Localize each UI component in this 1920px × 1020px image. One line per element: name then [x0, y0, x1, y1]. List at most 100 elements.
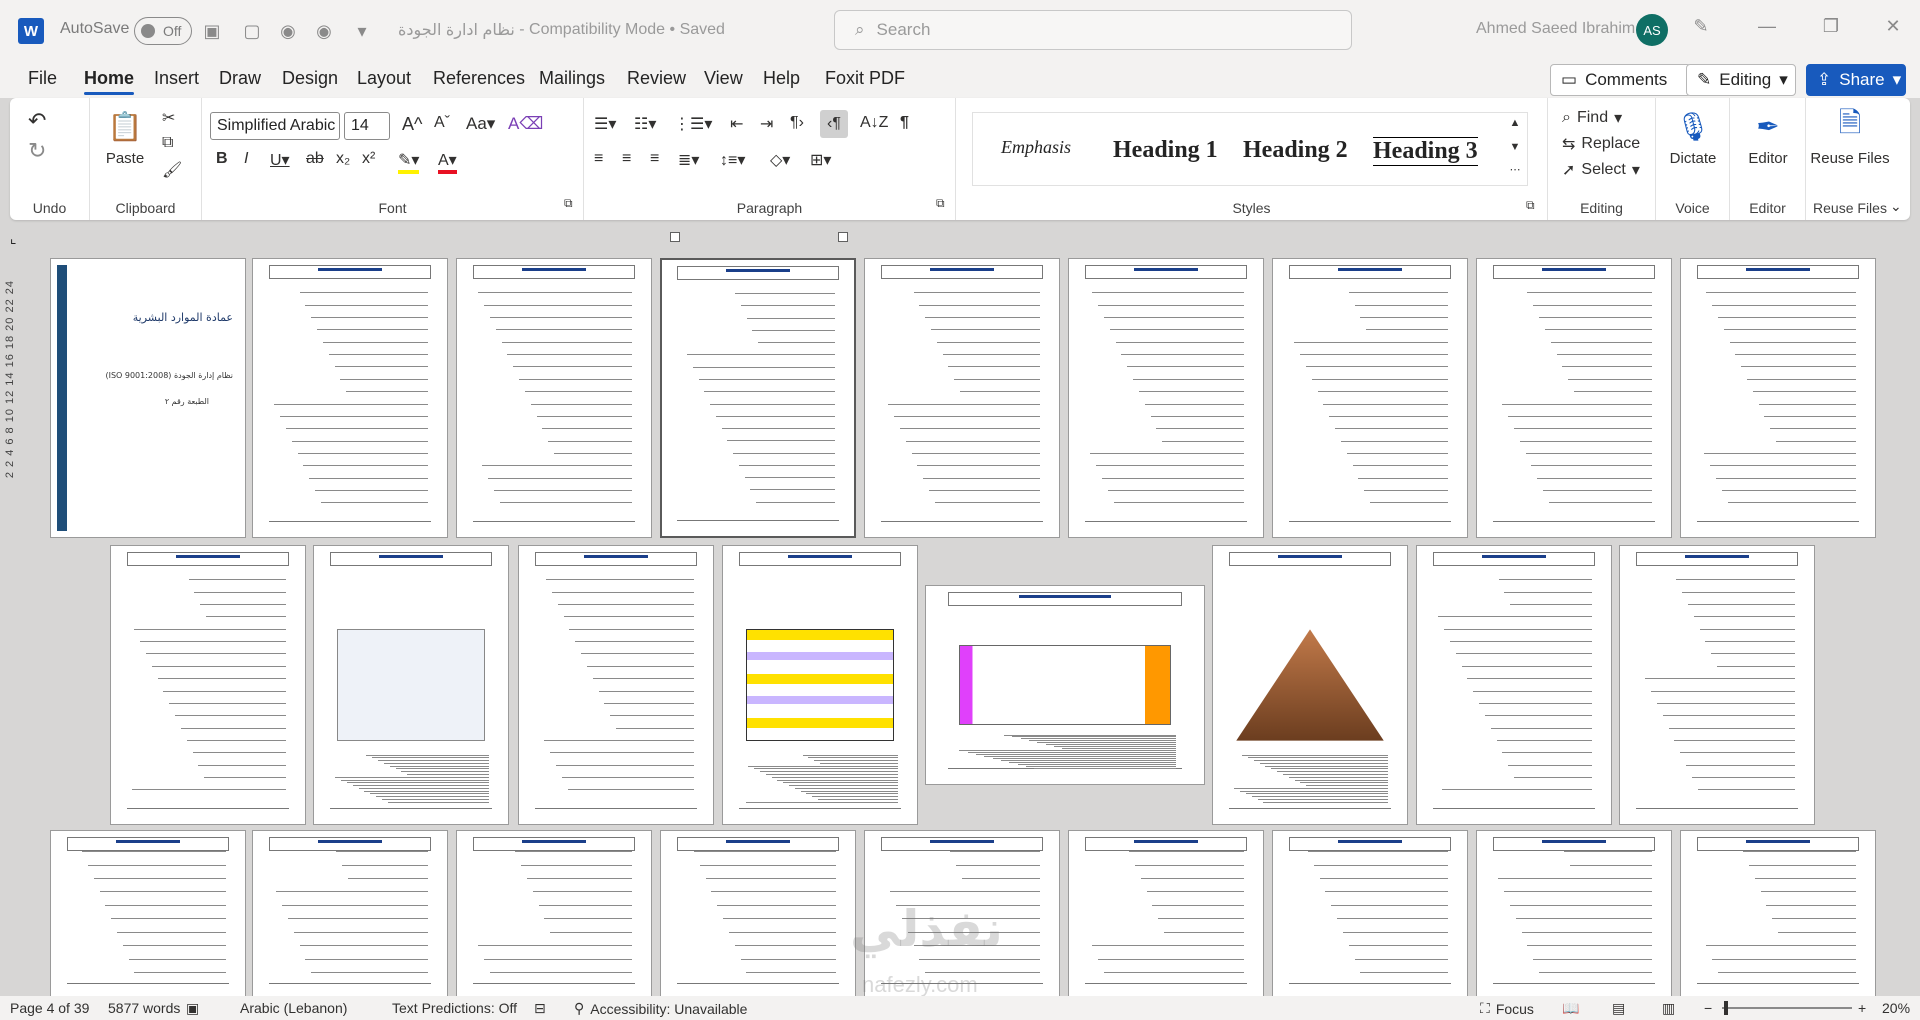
tab-review[interactable]: Review [627, 68, 686, 89]
styles-more-icon[interactable]: ⋯ [1505, 163, 1525, 176]
tab-selector-icon[interactable]: ⌞ [10, 230, 17, 247]
page-thumbnail[interactable] [518, 545, 714, 825]
zoom-slider[interactable] [1722, 1007, 1852, 1009]
pen-icon[interactable]: ✎ [1686, 16, 1716, 37]
font-name-combo[interactable]: Simplified Arabic [210, 112, 340, 140]
accessibility-status[interactable]: ⚲ Accessibility: Unavailable [574, 1000, 747, 1017]
underline-icon[interactable]: U▾ [270, 150, 290, 170]
highlight-icon[interactable]: ✎▾ [398, 150, 420, 174]
page-thumbnail[interactable] [456, 830, 652, 1000]
style-heading-3[interactable]: Heading 3 [1373, 137, 1478, 166]
page-thumbnail[interactable] [1619, 545, 1815, 825]
page-thumbnail[interactable] [660, 830, 856, 1000]
line-spacing-icon[interactable]: ↕≡▾ [720, 150, 745, 170]
autosave-toggle[interactable]: Off [134, 17, 192, 45]
page-thumbnail[interactable] [1476, 258, 1672, 538]
page-thumbnail[interactable] [252, 830, 448, 1000]
tab-help[interactable]: Help [763, 68, 800, 89]
page-thumbnail[interactable] [252, 258, 448, 538]
tab-mailings[interactable]: Mailings [539, 68, 605, 89]
page-thumbnail[interactable] [864, 258, 1060, 538]
editor-button[interactable]: ✒ Editor [1738, 106, 1798, 168]
bold-icon[interactable]: B [216, 150, 228, 168]
rtl-icon[interactable]: ‹¶ [820, 110, 848, 138]
align-left-icon[interactable]: ≡ [594, 150, 603, 168]
print-layout-icon[interactable]: ▤ [1612, 1000, 1625, 1017]
tab-design[interactable]: Design [282, 68, 338, 89]
page-thumbnail[interactable] [313, 545, 509, 825]
strikethrough-icon[interactable]: ab [306, 150, 324, 168]
new-doc-icon[interactable]: ▢ [240, 19, 264, 43]
show-marks-icon[interactable]: ¶ [900, 114, 909, 132]
page-thumbnail[interactable] [1068, 830, 1264, 1000]
page-thumbnail[interactable] [925, 585, 1205, 785]
style-emphasis[interactable]: Emphasis [1001, 137, 1071, 158]
sort-icon[interactable]: A↓Z [860, 114, 888, 132]
page-thumbnail[interactable] [1680, 258, 1876, 538]
save-icon[interactable]: ▣ [200, 19, 224, 43]
page-thumbnail[interactable] [1272, 258, 1468, 538]
tab-draw[interactable]: Draw [219, 68, 261, 89]
style-heading-2[interactable]: Heading 2 [1243, 137, 1348, 164]
tab-view[interactable]: View [704, 68, 743, 89]
borders-icon[interactable]: ⊞▾ [810, 150, 831, 170]
minimize-icon[interactable]: — [1752, 16, 1782, 37]
undo-icon[interactable]: ↶ [28, 108, 46, 134]
page-thumbnail[interactable] [722, 545, 918, 825]
language-indicator[interactable]: Arabic (Lebanon) [240, 1000, 347, 1016]
cut-icon[interactable]: ✂ [162, 108, 175, 128]
reuse-files-button[interactable]: 🗎 Reuse Files [1810, 106, 1890, 167]
close-icon[interactable]: ✕ [1878, 16, 1908, 37]
right-indent-marker[interactable] [838, 232, 848, 242]
align-center-icon[interactable]: ≡ [622, 150, 631, 168]
decrease-indent-icon[interactable]: ⇤ [730, 114, 743, 134]
superscript-icon[interactable]: x² [362, 150, 375, 168]
tab-references[interactable]: References [433, 68, 525, 89]
avatar[interactable]: AS [1636, 14, 1668, 46]
read-mode-icon[interactable]: 📖 [1562, 1000, 1579, 1017]
style-heading-1[interactable]: Heading 1 [1113, 137, 1218, 164]
ltr-icon[interactable]: ¶› [790, 114, 804, 132]
font-size-combo[interactable]: 14 [344, 112, 390, 140]
page-indicator[interactable]: Page 4 of 39 [10, 1000, 89, 1016]
proofing-icon[interactable]: ▣ [186, 1000, 199, 1017]
select-button[interactable]: ➚ Select ▾ [1562, 160, 1640, 180]
styles-scroll-up-icon[interactable]: ▲ [1505, 117, 1525, 129]
word-count[interactable]: 5877 words [108, 1000, 180, 1016]
page-thumbnail[interactable] [1272, 830, 1468, 1000]
left-indent-marker[interactable] [670, 232, 680, 242]
align-right-icon[interactable]: ≡ [650, 150, 659, 168]
tab-home[interactable]: Home [84, 68, 135, 95]
focus-button[interactable]: ⛶ Focus [1480, 1000, 1534, 1017]
page-thumbnail[interactable] [110, 545, 306, 825]
page-thumbnail[interactable] [1680, 830, 1876, 1000]
search-box[interactable]: ⌕ Search [834, 10, 1352, 50]
macro-icon[interactable]: ⊟ [534, 1000, 546, 1017]
italic-icon[interactable]: I [244, 150, 248, 168]
redo-icon[interactable]: ↻ [28, 138, 46, 164]
grow-font-icon[interactable]: A^ [402, 114, 422, 135]
bullets-icon[interactable]: ☰▾ [594, 114, 616, 134]
ribbon-collapse-icon[interactable]: ⌄ [1890, 198, 1902, 215]
change-case-icon[interactable]: Aa▾ [466, 114, 495, 134]
font-color-icon[interactable]: A▾ [438, 150, 457, 174]
page-thumbnail[interactable] [1476, 830, 1672, 1000]
multilevel-list-icon[interactable]: ⋮☰▾ [674, 114, 712, 134]
zoom-level[interactable]: 20% [1882, 1000, 1910, 1016]
tab-insert[interactable]: Insert [154, 68, 199, 89]
format-painter-icon[interactable]: 🖌 [162, 160, 182, 180]
customize-qat-icon[interactable]: ▾ [350, 19, 374, 43]
restore-icon[interactable]: ❐ [1816, 16, 1846, 37]
tab-layout[interactable]: Layout [357, 68, 411, 89]
styles-scroll-down-icon[interactable]: ▼ [1505, 141, 1525, 153]
replace-button[interactable]: ⇆ Replace [1562, 134, 1640, 154]
page-thumbnail[interactable] [456, 258, 652, 538]
page-thumbnail[interactable] [1212, 545, 1408, 825]
tab-foxit-pdf[interactable]: Foxit PDF [825, 68, 905, 89]
find-button[interactable]: ⌕ Find ▾ [1562, 108, 1622, 128]
paste-button[interactable]: 📋 Paste [100, 106, 150, 168]
styles-dialog-launcher-icon[interactable]: ⧉ [1526, 198, 1535, 213]
clear-formatting-icon[interactable]: A⌫ [508, 114, 543, 134]
zoom-slider-thumb[interactable] [1724, 1001, 1728, 1015]
page-thumbnail[interactable] [1416, 545, 1612, 825]
